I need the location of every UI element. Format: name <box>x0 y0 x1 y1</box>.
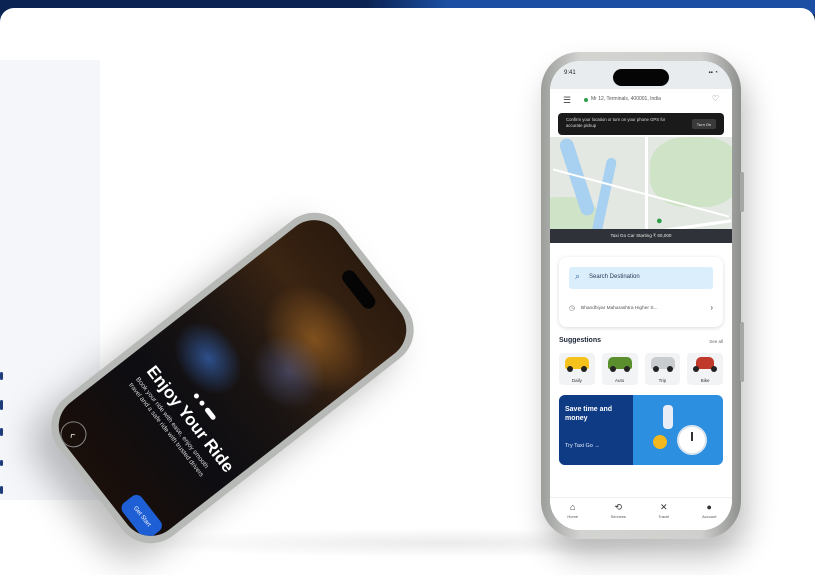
suggestion-daily[interactable]: Daily <box>559 353 595 385</box>
bottom-nav: ⌂ Home ⟲ Services ✕ Travel ● Account <box>550 497 732 530</box>
home-screen: 9:41 ▪▪ ◔ ☰ Mr 12, Terminals, 400001, In… <box>550 61 732 530</box>
turn-on-button[interactable]: Turn On <box>692 119 716 129</box>
dynamic-island <box>339 267 379 312</box>
home-icon: ⌂ <box>570 502 576 512</box>
promo-title: Save time and money <box>565 406 613 422</box>
suggestions-row: Daily Auto Trip Bike <box>559 353 723 385</box>
clock-icon <box>677 425 707 455</box>
services-icon: ⟲ <box>614 502 623 512</box>
gps-permission-banner: Confirm your location or turn on your ph… <box>558 113 724 135</box>
nav-label: Travel <box>658 514 670 519</box>
suggestions-title: Suggestions <box>559 337 602 344</box>
recent-destination-text: Bhandhiyar Maharashtra Higher S... <box>581 306 658 311</box>
promo-banner[interactable]: Save time and money Try Taxi Go → <box>559 395 723 465</box>
side-button <box>740 172 744 212</box>
suggestion-label: Bike <box>700 378 710 383</box>
chevron-right-icon: › <box>710 303 713 312</box>
heart-icon[interactable]: ♡ <box>712 94 719 103</box>
recent-destination[interactable]: ◷ Bhandhiyar Maharashtra Higher S... › <box>569 303 713 317</box>
person-icon <box>663 405 673 429</box>
current-address: Mr 12, Terminals, 400001, India <box>591 96 661 102</box>
suggestion-label: Auto <box>614 378 625 383</box>
promo-link[interactable]: Try Taxi Go → <box>565 443 600 449</box>
side-button <box>740 322 744 382</box>
suggestion-bike[interactable]: Bike <box>687 353 723 385</box>
search-destination-input[interactable]: ⌕ Search Destination <box>569 267 713 289</box>
address-bar[interactable]: ☰ Mr 12, Terminals, 400001, India ♡ <box>550 89 732 111</box>
suggestion-label: Daily <box>571 378 582 383</box>
showcase-card: Enjoy Your Ride Book your ride with ease… <box>0 8 815 575</box>
nav-travel[interactable]: ✕ Travel <box>646 498 682 530</box>
arrow-left-icon: ‹ <box>66 428 81 441</box>
nav-label: Home <box>567 514 579 519</box>
account-icon: ● <box>706 502 712 512</box>
location-dot-icon <box>584 98 588 102</box>
status-icons: ▪▪ ◔ <box>708 70 718 76</box>
menu-icon[interactable]: ☰ <box>563 95 571 106</box>
dynamic-island <box>613 69 669 86</box>
travel-icon: ✕ <box>659 502 668 512</box>
starting-banner: Taxi Go Car Starting ₹ 60,000 <box>550 229 732 243</box>
status-time: 9:41 <box>564 70 576 76</box>
destination-card: ⌕ Search Destination ◷ Bhandhiyar Mahara… <box>559 257 723 327</box>
see-all-link[interactable]: See all <box>709 339 723 344</box>
suggestion-trip[interactable]: Trip <box>644 353 681 385</box>
nav-account[interactable]: ● Account <box>691 498 727 530</box>
nav-home[interactable]: ⌂ Home <box>555 498 591 530</box>
nav-services[interactable]: ⟲ Services <box>600 498 636 530</box>
nav-label: Services <box>610 514 626 519</box>
suggestion-label: Trip <box>658 378 667 383</box>
onboarding-screen: Enjoy Your Ride Book your ride with ease… <box>46 208 419 548</box>
bottom-sheet: ⌕ Search Destination ◷ Bhandhiyar Mahara… <box>550 243 732 530</box>
search-placeholder: Search Destination <box>589 274 640 280</box>
suggestion-auto[interactable]: Auto <box>601 353 638 385</box>
coin-icon <box>653 435 667 449</box>
history-icon: ◷ <box>569 305 576 312</box>
home-phone: 9:41 ▪▪ ◔ ☰ Mr 12, Terminals, 400001, In… <box>541 52 744 539</box>
location-pin-icon: ● <box>656 215 663 227</box>
nav-label: Account <box>702 514 717 519</box>
search-icon: ⌕ <box>575 271 581 281</box>
permission-text: Confirm your location or turn on your ph… <box>566 117 666 128</box>
back-button[interactable]: ‹ <box>55 416 92 453</box>
